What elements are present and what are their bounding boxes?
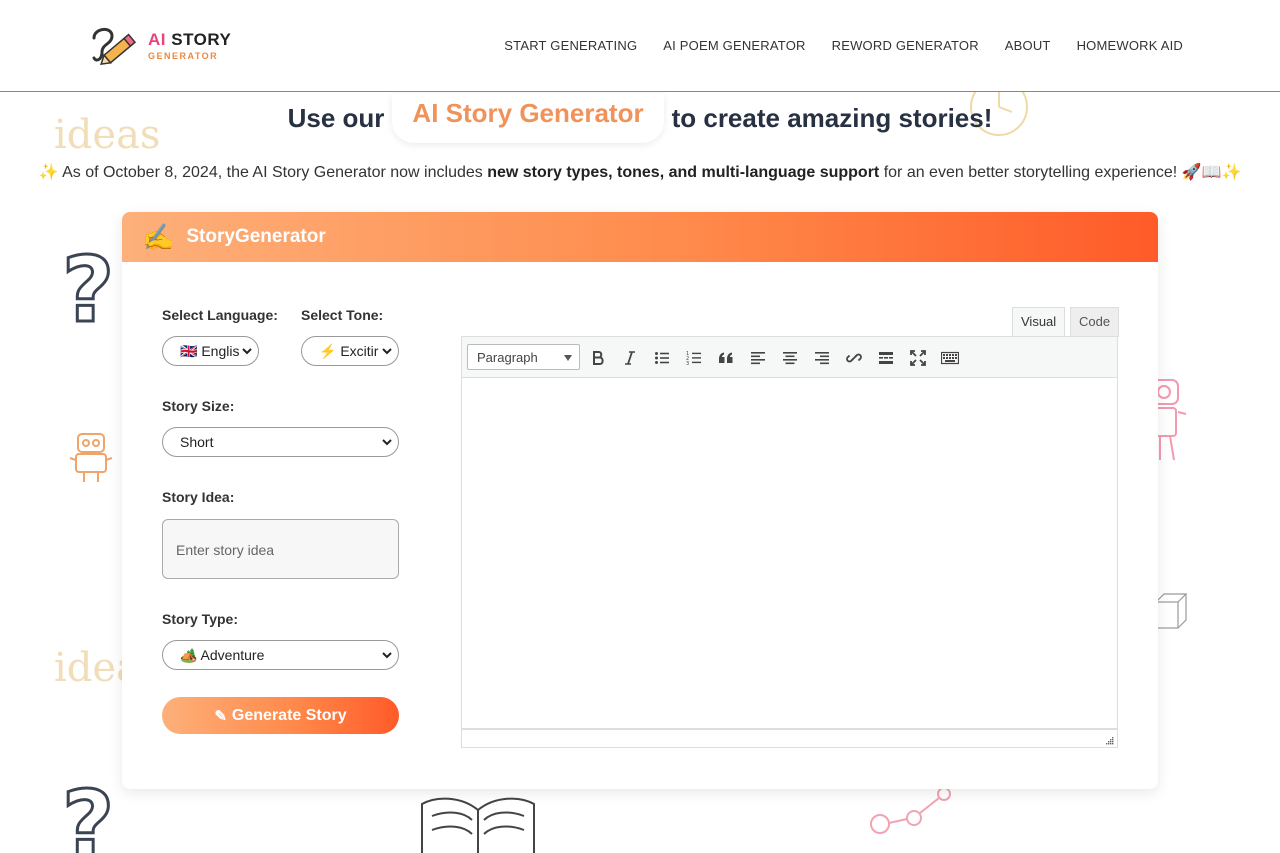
book-doodle-icon bbox=[421, 797, 535, 853]
chevron-down-icon bbox=[382, 652, 392, 659]
announcement-bold: new story types, tones, and multi-langua… bbox=[487, 164, 880, 181]
nav-about[interactable]: ABOUT bbox=[1005, 38, 1051, 53]
italic-icon bbox=[625, 351, 635, 365]
fullscreen-icon bbox=[910, 350, 926, 366]
robot-doodle-icon bbox=[69, 433, 113, 482]
writing-hand-icon: ✍️ bbox=[142, 221, 175, 252]
numbered-list-button[interactable]: 123 bbox=[681, 345, 707, 371]
main-nav: START GENERATING AI POEM GENERATOR REWOR… bbox=[504, 38, 1183, 53]
tab-code[interactable]: Code bbox=[1070, 307, 1120, 337]
announcement-text-after: for an even better storytelling experien… bbox=[879, 164, 1182, 181]
title-highlight: AI Story Generator bbox=[392, 94, 664, 143]
quote-icon bbox=[719, 352, 733, 363]
nav-homework-aid[interactable]: HOMEWORK AID bbox=[1077, 38, 1183, 53]
story-idea-input[interactable]: Enter story idea bbox=[162, 519, 399, 579]
align-center-button[interactable] bbox=[777, 345, 803, 371]
molecule-doodle-icon bbox=[870, 787, 951, 834]
site-logo[interactable]: AI STORY GENERATOR bbox=[88, 24, 231, 68]
align-left-button[interactable] bbox=[745, 345, 771, 371]
question-mark-doodle: ? bbox=[60, 772, 115, 853]
title-prefix: Use our bbox=[287, 103, 385, 133]
bullet-list-icon bbox=[655, 352, 669, 364]
align-right-icon bbox=[815, 352, 829, 365]
svg-text:3: 3 bbox=[686, 361, 689, 366]
title-suffix: to create amazing stories! bbox=[671, 103, 993, 133]
resize-handle-icon[interactable] bbox=[1104, 735, 1114, 745]
read-more-icon bbox=[879, 352, 893, 364]
bold-icon bbox=[593, 351, 604, 365]
keyboard-icon bbox=[941, 351, 959, 365]
editor-content-area[interactable] bbox=[461, 378, 1118, 729]
chevron-down-icon bbox=[242, 348, 252, 355]
story-type-value: 🏕️ Adventure bbox=[180, 646, 265, 663]
language-select-value: 🇬🇧 Englis bbox=[180, 342, 240, 359]
bold-button[interactable] bbox=[585, 345, 611, 371]
editor-toolbar: Paragraph 123 bbox=[461, 336, 1118, 378]
story-editor: Visual Code Paragraph 123 bbox=[441, 282, 1120, 762]
logo-title-ai: AI bbox=[148, 30, 166, 49]
align-center-icon bbox=[783, 352, 797, 365]
story-idea-label: Story Idea: bbox=[162, 489, 235, 505]
pencil-logo-icon bbox=[92, 28, 137, 66]
pencil-icon: ✎ bbox=[214, 707, 227, 725]
sparkle-icon: ✨ bbox=[38, 164, 59, 181]
language-select[interactable]: 🇬🇧 Englis bbox=[162, 336, 259, 366]
logo-title-story: STORY bbox=[171, 30, 232, 49]
tone-label: Select Tone: bbox=[301, 307, 384, 323]
insert-link-button[interactable] bbox=[841, 345, 867, 371]
caret-down-icon bbox=[564, 355, 572, 361]
story-size-value: Short bbox=[180, 434, 214, 450]
chevron-down-icon bbox=[382, 439, 392, 446]
page-title: Use our AI Story Generator to create ama… bbox=[0, 94, 1280, 143]
card-title: StoryGenerator bbox=[186, 226, 326, 247]
numbered-list-icon: 123 bbox=[686, 351, 701, 366]
toolbar-toggle-button[interactable] bbox=[937, 345, 963, 371]
card-header: ✍️ StoryGenerator bbox=[122, 212, 1158, 262]
format-select-value: Paragraph bbox=[477, 350, 538, 365]
tone-select-value: ⚡ Excitir bbox=[319, 342, 379, 359]
story-type-select[interactable]: 🏕️ Adventure bbox=[162, 640, 399, 670]
generate-story-label: Generate Story bbox=[231, 706, 347, 724]
question-mark-doodle: ? bbox=[60, 238, 115, 343]
italic-button[interactable] bbox=[617, 345, 643, 371]
story-type-label: Story Type: bbox=[162, 611, 238, 627]
link-icon bbox=[846, 353, 862, 363]
language-label: Select Language: bbox=[162, 307, 278, 323]
tone-select[interactable]: ⚡ Excitir bbox=[301, 336, 399, 366]
site-header: AI STORY GENERATOR START GENERATING AI P… bbox=[0, 0, 1280, 92]
nav-reword-generator[interactable]: REWORD GENERATOR bbox=[832, 38, 979, 53]
story-generator-card: ✍️ StoryGenerator Select Language: 🇬🇧 En… bbox=[122, 212, 1158, 789]
nav-start-generating[interactable]: START GENERATING bbox=[504, 38, 637, 53]
align-left-icon bbox=[751, 352, 765, 365]
generate-story-button[interactable]: ✎ Generate Story bbox=[162, 697, 399, 734]
logo-subtitle: GENERATOR bbox=[148, 51, 219, 61]
read-more-button[interactable] bbox=[873, 345, 899, 371]
story-size-select[interactable]: Short bbox=[162, 427, 399, 457]
announcement-text-before: As of October 8, 2024, the AI Story Gene… bbox=[62, 164, 488, 181]
tab-visual[interactable]: Visual bbox=[1012, 307, 1066, 337]
nav-ai-poem-generator[interactable]: AI POEM GENERATOR bbox=[663, 38, 805, 53]
format-select[interactable]: Paragraph bbox=[467, 344, 580, 370]
chevron-down-icon bbox=[382, 348, 392, 355]
story-size-label: Story Size: bbox=[162, 398, 235, 414]
announcement-banner: ✨ As of October 8, 2024, the AI Story Ge… bbox=[0, 162, 1280, 182]
align-right-button[interactable] bbox=[809, 345, 835, 371]
editor-status-bar bbox=[461, 729, 1118, 748]
blockquote-button[interactable] bbox=[713, 345, 739, 371]
bullet-list-button[interactable] bbox=[649, 345, 675, 371]
fullscreen-button[interactable] bbox=[905, 345, 931, 371]
rocket-book-sparkle-icons: 🚀📖✨ bbox=[1181, 164, 1242, 181]
